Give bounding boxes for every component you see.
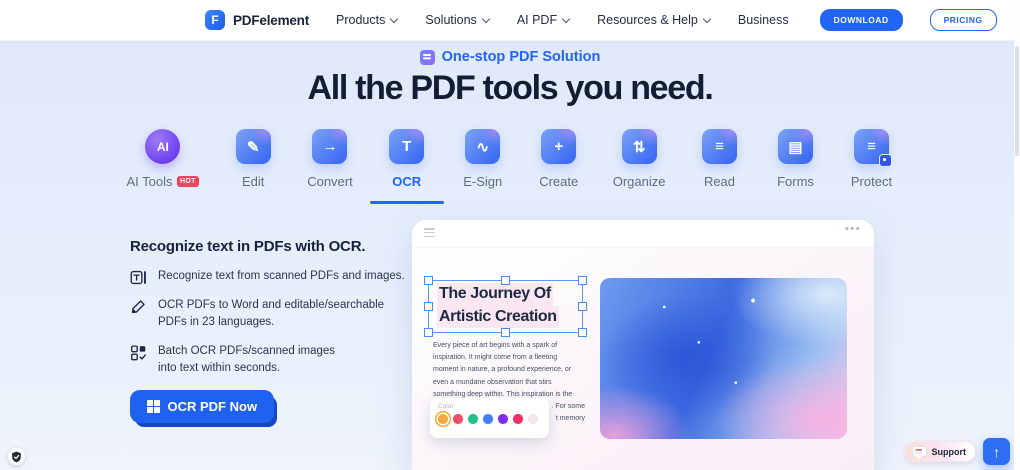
edit-icon: ✎	[235, 129, 271, 164]
ai-tools-icon: AI	[145, 129, 181, 164]
ocr-feature-panel: Recognize text in PDFs with OCR. Recogni…	[130, 238, 412, 423]
chevron-down-icon	[481, 14, 491, 23]
tab-forms[interactable]: ▤ Forms	[773, 129, 817, 189]
brand-name: PDFelement	[233, 12, 310, 28]
selection-handle	[500, 328, 510, 337]
scroll-to-top-button[interactable]: ↑	[983, 438, 1010, 465]
color-swatch	[453, 414, 463, 424]
nav-item-business[interactable]: Business	[738, 13, 789, 27]
selection-handle	[424, 328, 433, 337]
main-nav: Products Solutions AI PDF Resources & He…	[336, 13, 789, 27]
preview-toolbar: •••	[412, 220, 874, 248]
selection-handle	[424, 301, 433, 311]
page-title: All the PDF tools you need.	[307, 69, 713, 107]
color-swatch	[498, 414, 508, 424]
list-item: Recognize text from scanned PDFs and ima…	[130, 268, 412, 286]
privacy-badge[interactable]	[8, 448, 25, 465]
selection-handle	[578, 301, 587, 311]
convert-icon: →	[312, 129, 348, 164]
pdfelement-logo-icon: F	[205, 10, 225, 30]
chevron-down-icon	[390, 14, 399, 23]
chevron-down-icon	[561, 14, 571, 23]
ocr-preview-card: ••• The Journey Of Artistic Creation Eve…	[412, 220, 874, 470]
page-scrollbar	[1014, 0, 1020, 470]
tab-protect[interactable]: ≡ Protect	[849, 129, 893, 189]
list-item: OCR PDFs to Word and editable/searchable…	[130, 297, 412, 332]
shield-check-icon	[12, 451, 21, 462]
download-button[interactable]: DOWNLOAD	[819, 9, 903, 31]
esign-icon: ∿	[465, 129, 501, 164]
selection-handle	[500, 276, 510, 285]
organize-icon: ⇅	[621, 129, 657, 164]
text-selection-box: The Journey Of Artistic Creation	[424, 276, 587, 337]
windows-icon	[147, 400, 160, 413]
feature-heading: Recognize text in PDFs with OCR.	[130, 238, 366, 255]
batch-ocr-icon	[131, 344, 147, 360]
tool-tabs: AI AI Tools HOT ✎ Edit → Convert T OCR ∿…	[0, 129, 1020, 189]
nav-item-resources-help[interactable]: Resources & Help	[597, 13, 712, 27]
hot-badge: HOT	[176, 176, 200, 187]
color-swatches	[438, 414, 549, 424]
recognize-text-icon	[130, 270, 146, 285]
pencil-icon	[131, 300, 145, 314]
tab-create[interactable]: + Create	[537, 129, 581, 189]
nav-item-solutions[interactable]: Solutions	[425, 13, 491, 27]
chat-bubble-icon	[911, 445, 927, 459]
ocr-icon: T	[389, 129, 425, 164]
more-options-icon: •••	[844, 223, 861, 235]
color-swatch	[468, 414, 478, 424]
ocr-pdf-now-button[interactable]: OCR PDF Now	[130, 390, 275, 423]
tab-ocr[interactable]: T OCR	[385, 129, 429, 189]
forms-icon: ▤	[777, 129, 813, 164]
pdf-solution-icon	[419, 49, 435, 65]
tab-esign[interactable]: ∿ E-Sign	[461, 129, 505, 189]
color-swatch	[438, 414, 448, 424]
support-button[interactable]: Support	[904, 441, 976, 462]
protect-icon: ≡	[853, 129, 892, 167]
selection-handle	[424, 276, 433, 285]
preview-document: The Journey Of Artistic Creation Every p…	[412, 248, 874, 470]
list-item: Batch OCR PDFs/scanned images into text …	[130, 343, 412, 378]
hero-badge: One-stop PDF Solution	[0, 49, 1020, 65]
selection-handle	[578, 276, 587, 285]
top-navbar: F PDFelement Products Solutions AI PDF R…	[0, 0, 1020, 41]
color-swatch	[528, 414, 538, 424]
color-swatch	[483, 414, 493, 424]
tab-ai-tools[interactable]: AI AI Tools HOT	[127, 129, 200, 189]
tab-read[interactable]: ≡ Read	[697, 129, 741, 189]
create-icon: +	[541, 129, 577, 164]
feature-bullets: Recognize text from scanned PDFs and ima…	[130, 268, 412, 377]
color-picker-popup: Color	[430, 398, 549, 438]
lock-icon	[878, 154, 892, 167]
brand-logo[interactable]: F PDFelement	[205, 10, 309, 30]
color-popup-label: Color	[438, 403, 454, 410]
document-title: The Journey Of Artistic Creation	[429, 281, 582, 328]
selection-handle	[578, 328, 587, 337]
pricing-button[interactable]: PRICING	[929, 9, 997, 31]
tab-organize[interactable]: ⇅ Organize	[613, 129, 665, 189]
nav-item-products[interactable]: Products	[336, 13, 399, 27]
tab-convert[interactable]: → Convert	[307, 129, 353, 189]
chevron-down-icon	[702, 14, 712, 23]
scrollbar-thumb[interactable]	[1015, 46, 1019, 156]
tab-edit[interactable]: ✎ Edit	[231, 129, 275, 189]
nav-item-ai-pdf[interactable]: AI PDF	[517, 13, 571, 27]
hero-badge-label: One-stop PDF Solution	[441, 49, 601, 65]
hamburger-menu-icon	[424, 228, 435, 239]
read-icon: ≡	[701, 129, 737, 164]
color-swatch	[513, 414, 523, 424]
abstract-art-image	[600, 278, 847, 439]
